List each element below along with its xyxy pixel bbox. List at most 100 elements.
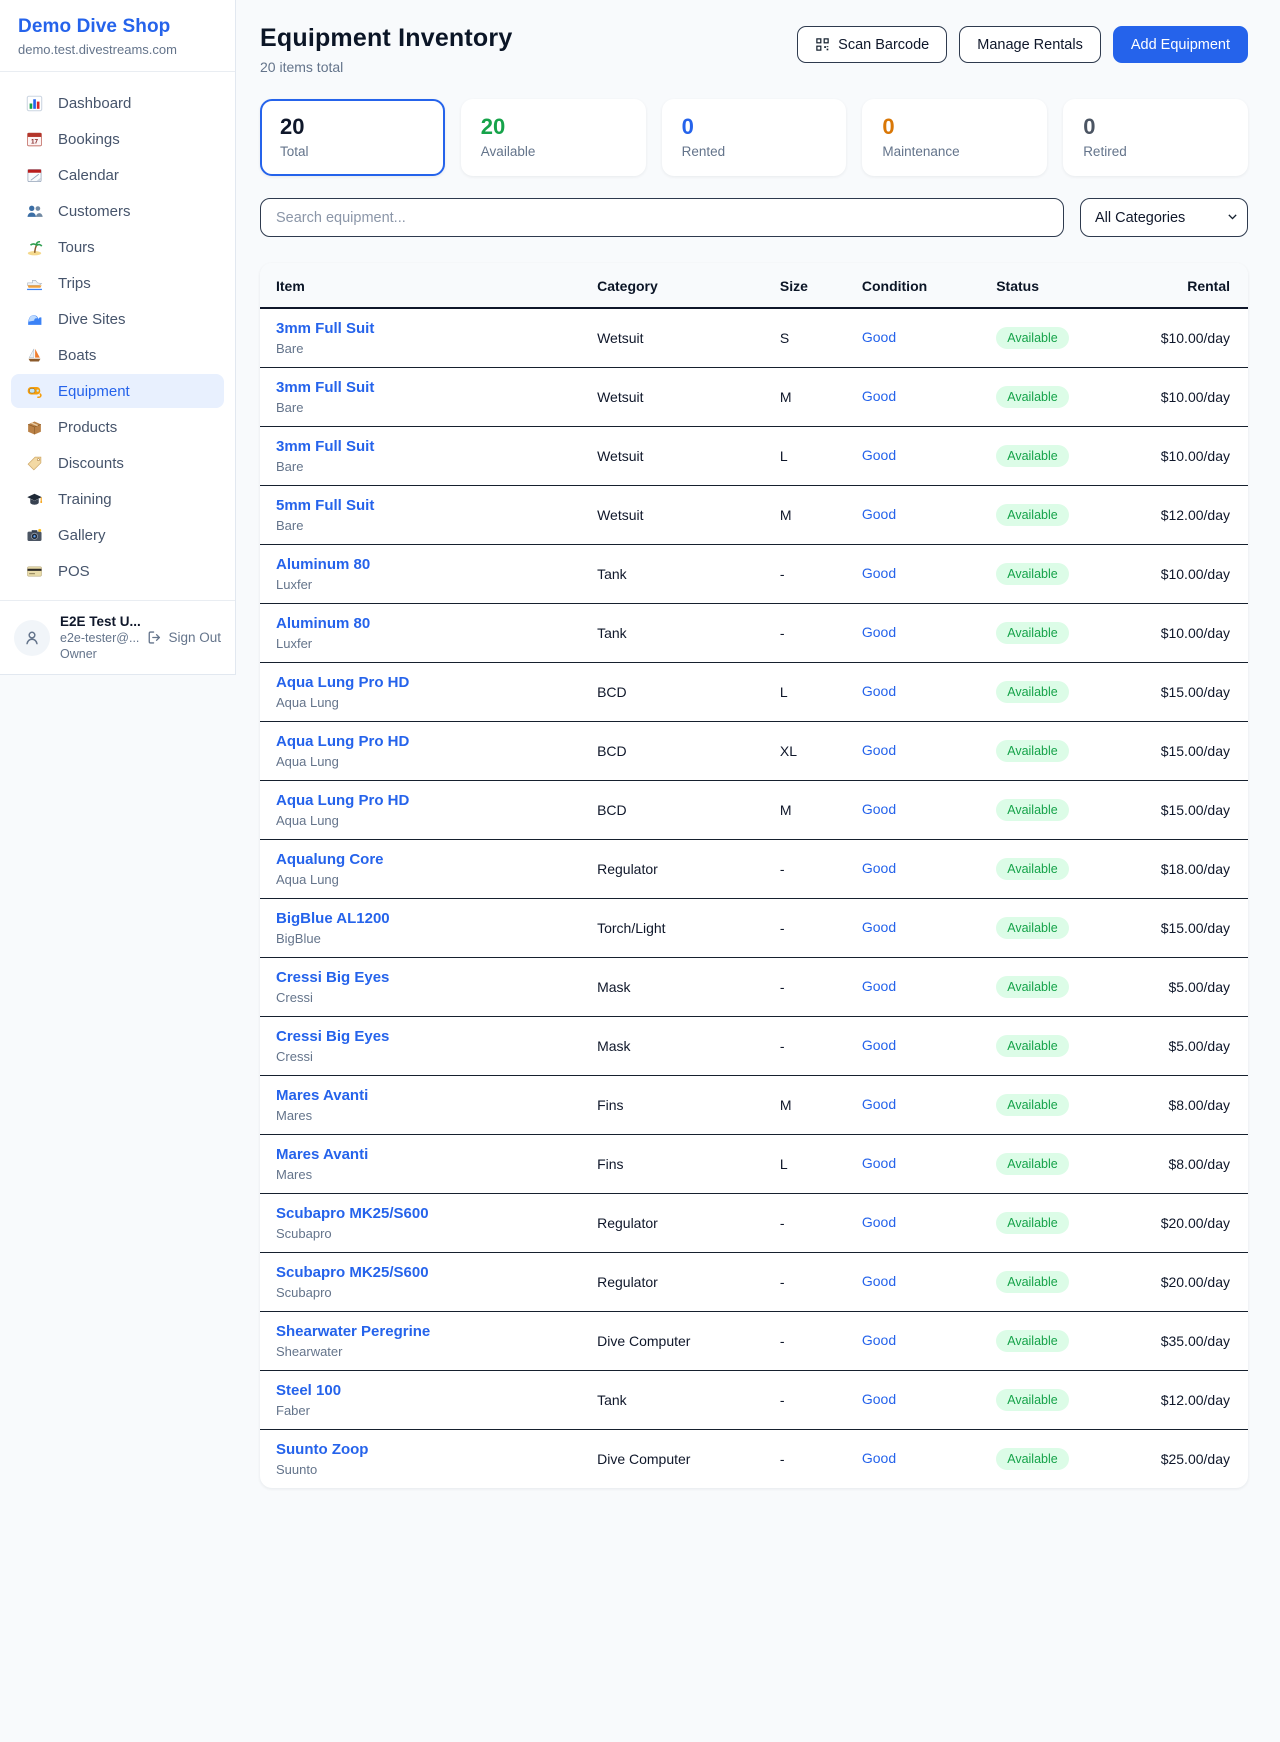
column-header-size: Size <box>764 263 846 308</box>
sidebar-item-label: Dashboard <box>58 95 131 112</box>
sidebar-item[interactable]: Gallery <box>11 518 224 552</box>
equipment-table: Item Category Size Condition Status Rent… <box>260 263 1248 1488</box>
item-name-link[interactable]: BigBlue AL1200 <box>276 910 390 927</box>
condition-link[interactable]: Good <box>862 1391 896 1407</box>
stat-card[interactable]: 20 Available <box>461 99 646 176</box>
item-name-link[interactable]: Scubapro MK25/S600 <box>276 1205 429 1222</box>
item-name-link[interactable]: Aqua Lung Pro HD <box>276 674 409 691</box>
sidebar-item[interactable]: Customers <box>11 194 224 228</box>
item-brand: Bare <box>276 459 565 474</box>
column-header-rental: Rental <box>1144 263 1248 308</box>
table-row: Steel 100 Faber Tank - Good Available $1… <box>260 1371 1248 1430</box>
item-name-link[interactable]: Aqualung Core <box>276 851 384 868</box>
condition-link[interactable]: Good <box>862 329 896 345</box>
item-name-link[interactable]: Scubapro MK25/S600 <box>276 1264 429 1281</box>
stat-value: 20 <box>481 114 626 140</box>
sidebar-item[interactable]: Training <box>11 482 224 516</box>
status-badge: Available <box>996 504 1069 526</box>
sidebar-item[interactable]: Products <box>11 410 224 444</box>
item-name-link[interactable]: Steel 100 <box>276 1382 341 1399</box>
condition-link[interactable]: Good <box>862 1273 896 1289</box>
sidebar-item[interactable]: Equipment <box>11 374 224 408</box>
condition-link[interactable]: Good <box>862 1450 896 1466</box>
sidebar-item-label: Tours <box>58 239 95 256</box>
rental-price: $12.00/day <box>1144 1371 1248 1430</box>
stat-card[interactable]: 0 Rented <box>662 99 847 176</box>
item-brand: Aqua Lung <box>276 695 565 710</box>
item-brand: Luxfer <box>276 577 565 592</box>
item-category: BCD <box>581 722 764 781</box>
item-name-link[interactable]: Mares Avanti <box>276 1087 368 1104</box>
item-name-link[interactable]: 3mm Full Suit <box>276 320 374 337</box>
condition-link[interactable]: Good <box>862 447 896 463</box>
sidebar-item[interactable]: Dashboard <box>11 86 224 120</box>
condition-link[interactable]: Good <box>862 1037 896 1053</box>
rental-price: $20.00/day <box>1144 1253 1248 1312</box>
condition-link[interactable]: Good <box>862 1332 896 1348</box>
item-category: Regulator <box>581 840 764 899</box>
rental-price: $15.00/day <box>1144 781 1248 840</box>
item-name-link[interactable]: Aluminum 80 <box>276 615 370 632</box>
item-size: - <box>764 840 846 899</box>
item-name-link[interactable]: Cressi Big Eyes <box>276 1028 389 1045</box>
status-badge: Available <box>996 1153 1069 1175</box>
condition-link[interactable]: Good <box>862 1214 896 1230</box>
condition-link[interactable]: Good <box>862 919 896 935</box>
stat-card[interactable]: 0 Retired <box>1063 99 1248 176</box>
stat-card[interactable]: 20 Total <box>260 99 445 176</box>
condition-link[interactable]: Good <box>862 860 896 876</box>
condition-link[interactable]: Good <box>862 683 896 699</box>
stat-card[interactable]: 0 Maintenance <box>862 99 1047 176</box>
stat-value: 0 <box>882 114 1027 140</box>
sidebar-item[interactable]: Trips <box>11 266 224 300</box>
search-input[interactable] <box>260 198 1064 237</box>
sidebar-item[interactable]: 17 Bookings <box>11 122 224 156</box>
scan-barcode-button[interactable]: Scan Barcode <box>797 26 947 63</box>
sailboat-icon <box>24 346 44 364</box>
item-brand: Bare <box>276 518 565 533</box>
condition-link[interactable]: Good <box>862 565 896 581</box>
table-row: Suunto Zoop Suunto Dive Computer - Good … <box>260 1430 1248 1489</box>
item-size: - <box>764 1194 846 1253</box>
item-name-link[interactable]: Suunto Zoop <box>276 1441 368 1458</box>
user-role: Owner <box>60 647 137 661</box>
brand-title: Demo Dive Shop <box>18 16 217 38</box>
sidebar-item[interactable]: Tours <box>11 230 224 264</box>
item-name-link[interactable]: 5mm Full Suit <box>276 497 374 514</box>
condition-link[interactable]: Good <box>862 1155 896 1171</box>
item-size: M <box>764 368 846 427</box>
item-name-link[interactable]: Aqua Lung Pro HD <box>276 792 409 809</box>
item-name-link[interactable]: Aluminum 80 <box>276 556 370 573</box>
condition-link[interactable]: Good <box>862 801 896 817</box>
condition-link[interactable]: Good <box>862 1096 896 1112</box>
item-name-link[interactable]: 3mm Full Suit <box>276 379 374 396</box>
condition-link[interactable]: Good <box>862 506 896 522</box>
svg-text:17: 17 <box>30 138 38 145</box>
item-name-link[interactable]: Mares Avanti <box>276 1146 368 1163</box>
item-name-link[interactable]: 3mm Full Suit <box>276 438 374 455</box>
condition-link[interactable]: Good <box>862 388 896 404</box>
item-name-link[interactable]: Aqua Lung Pro HD <box>276 733 409 750</box>
table-row: Aqualung Core Aqua Lung Regulator - Good… <box>260 840 1248 899</box>
condition-link[interactable]: Good <box>862 624 896 640</box>
sign-out-button[interactable]: Sign Out <box>147 630 221 645</box>
sidebar-item[interactable]: Boats <box>11 338 224 372</box>
sidebar-item[interactable]: Calendar <box>11 158 224 192</box>
graduation-cap-icon <box>24 490 44 508</box>
sidebar-item[interactable]: Dive Sites <box>11 302 224 336</box>
add-equipment-button[interactable]: Add Equipment <box>1113 26 1248 63</box>
user-block: E2E Test U... e2e-tester@... Owner Sign … <box>0 600 235 674</box>
item-name-link[interactable]: Shearwater Peregrine <box>276 1323 430 1340</box>
category-select[interactable]: All Categories <box>1080 198 1248 237</box>
header-actions: Scan Barcode Manage Rentals Add Equipmen… <box>797 26 1248 63</box>
label-tag-icon <box>24 454 44 472</box>
item-size: - <box>764 1253 846 1312</box>
sidebar-item[interactable]: Discounts <box>11 446 224 480</box>
sidebar-item-label: Products <box>58 419 117 436</box>
condition-link[interactable]: Good <box>862 978 896 994</box>
condition-link[interactable]: Good <box>862 742 896 758</box>
sidebar-item[interactable]: POS <box>11 554 224 588</box>
sidebar: Demo Dive Shop demo.test.divestreams.com… <box>0 0 236 675</box>
item-name-link[interactable]: Cressi Big Eyes <box>276 969 389 986</box>
manage-rentals-button[interactable]: Manage Rentals <box>959 26 1101 63</box>
